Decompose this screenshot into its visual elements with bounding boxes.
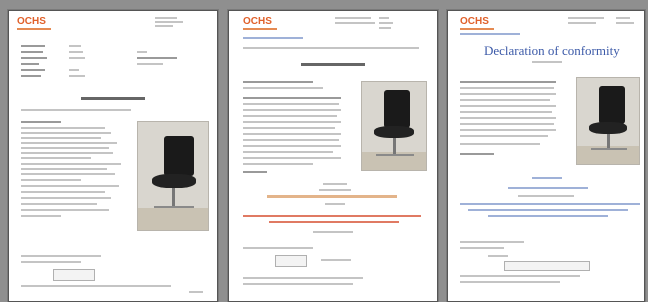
chair-photo bbox=[361, 81, 427, 171]
page-heading bbox=[81, 97, 145, 100]
document-page-1: OCHS bbox=[8, 10, 218, 302]
signature-box bbox=[275, 255, 307, 267]
signature-box bbox=[504, 261, 590, 271]
chair-photo bbox=[576, 77, 640, 165]
company-logo: OCHS bbox=[460, 16, 494, 30]
chair-photo bbox=[137, 121, 209, 231]
company-logo: OCHS bbox=[243, 16, 277, 30]
document-page-3: OCHS Declaration of conformity bbox=[447, 10, 645, 302]
signature-box bbox=[53, 269, 95, 281]
logo-text: OCHS bbox=[460, 16, 489, 27]
logo-text: OCHS bbox=[243, 16, 272, 27]
page-title: Declaration of conformity bbox=[484, 43, 620, 58]
page-heading bbox=[301, 63, 365, 66]
logo-text: OCHS bbox=[17, 16, 46, 27]
company-logo: OCHS bbox=[17, 16, 51, 30]
document-page-2: OCHS bbox=[228, 10, 438, 302]
